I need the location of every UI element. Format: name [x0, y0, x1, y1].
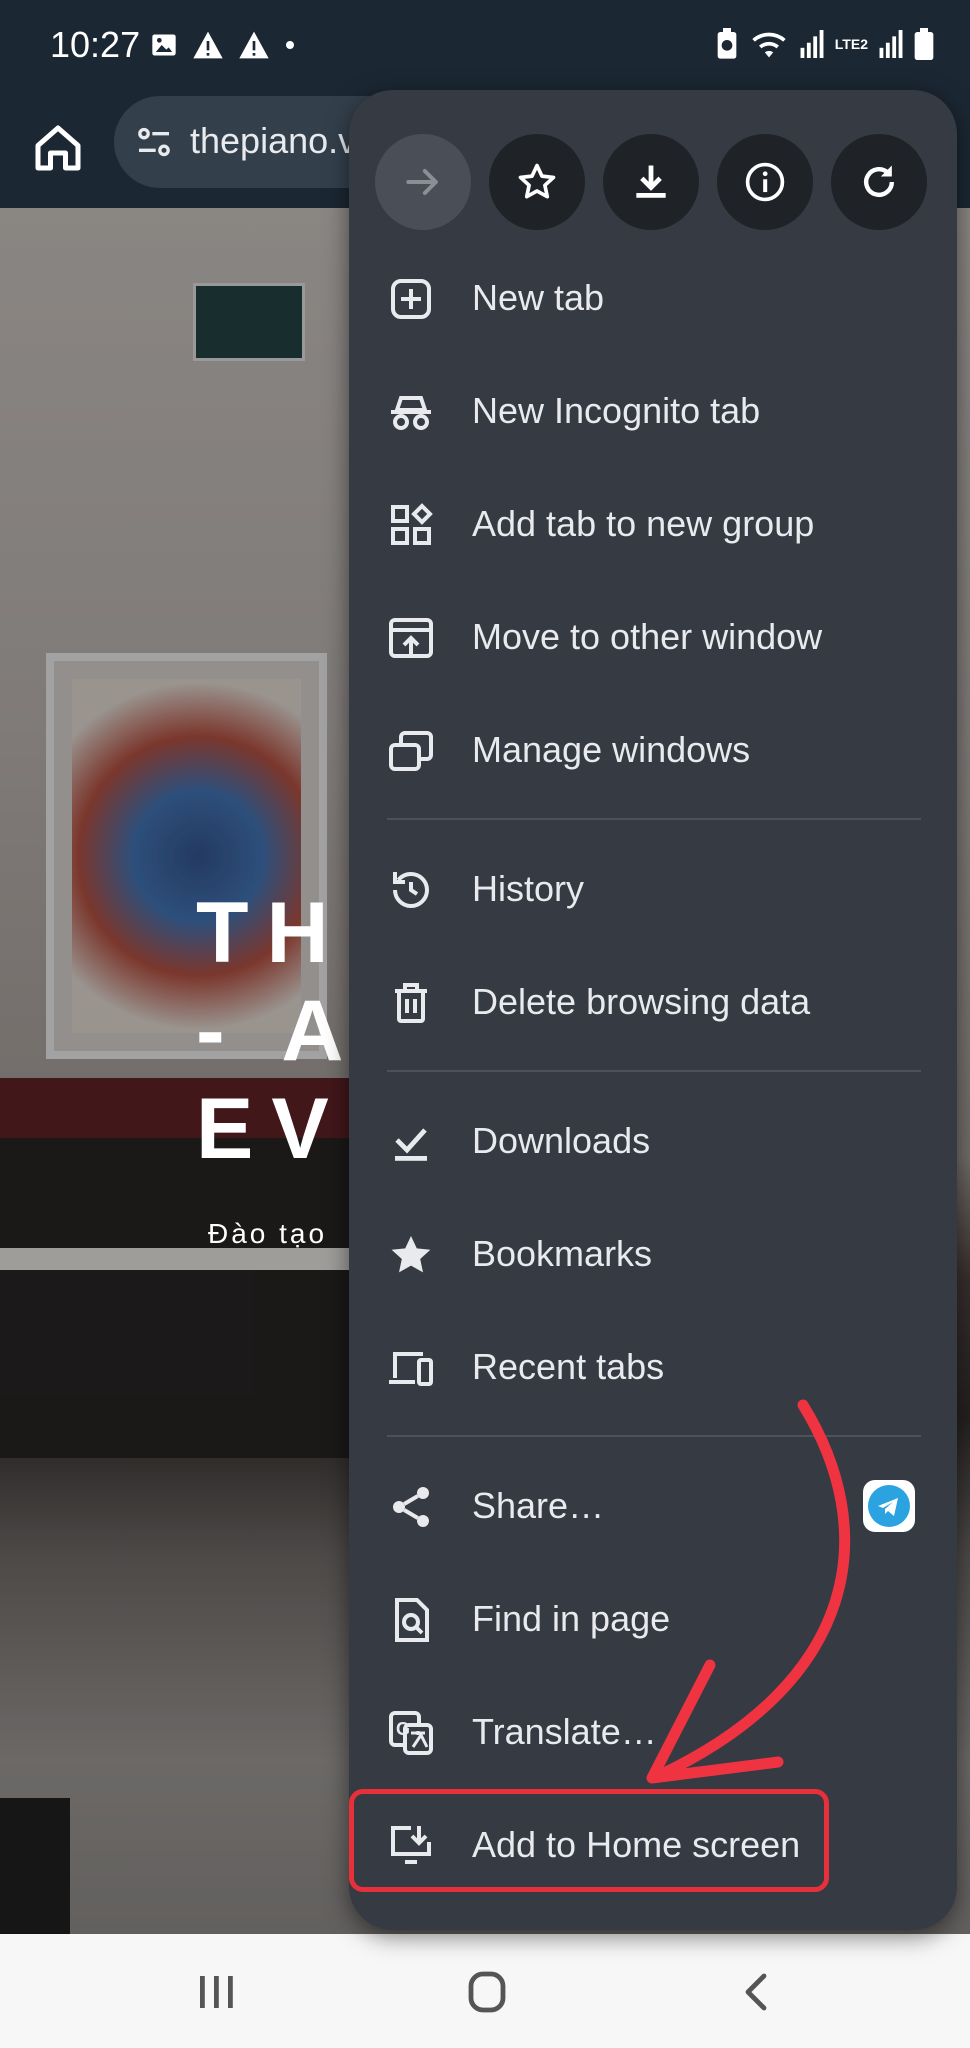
menu-divider [387, 1435, 921, 1437]
tab-group-icon [391, 503, 433, 545]
trash-icon [395, 983, 427, 1023]
menu-icon-row [375, 134, 935, 230]
star-filled-icon [391, 1236, 431, 1273]
menu-item-downloads[interactable]: Downloads [349, 1094, 957, 1190]
menu-item-move-to-other-window[interactable]: Move to other window [349, 590, 957, 686]
menu-item-translate[interactable]: G Translate… [349, 1685, 957, 1781]
history-icon [393, 871, 429, 908]
back-button[interactable] [728, 1964, 788, 2020]
warning-icon [193, 31, 223, 59]
url-text: thepiano.v [190, 120, 357, 161]
menu-item-label: New tab [472, 277, 605, 318]
refresh-button[interactable] [831, 134, 927, 230]
menu-item-label: Find in page [472, 1598, 671, 1639]
status-bar: 10:27 LTE2 [0, 0, 970, 92]
chrome-overflow-menu: New tab New Incognito tab Add tab to new… [349, 90, 957, 1930]
highlight-box [349, 1789, 829, 1892]
battery-icon [914, 28, 934, 60]
download-page-button[interactable] [603, 134, 699, 230]
back-icon [745, 1973, 767, 2011]
system-nav-bar [0, 1934, 970, 2048]
home-nav-button[interactable] [457, 1964, 517, 2020]
incognito-icon [391, 396, 431, 430]
forward-button[interactable] [375, 134, 471, 230]
menu-item-bookmarks[interactable]: Bookmarks [349, 1207, 957, 1303]
menu-item-new-tab[interactable]: New tab [349, 251, 957, 347]
battery-saver-icon [717, 28, 737, 59]
menu-item-label: Translate… [472, 1711, 657, 1752]
home-circle-icon [468, 1971, 506, 2013]
menu-item-label: Move to other window [472, 616, 823, 657]
status-time: 10:27 [50, 24, 141, 65]
bookmark-button[interactable] [489, 134, 585, 230]
menu-item-new-incognito-tab[interactable]: New Incognito tab [349, 364, 957, 460]
find-in-page-icon [395, 1598, 429, 1642]
warning-icon [239, 31, 269, 59]
signal-icon [800, 30, 824, 58]
page-info-button[interactable] [717, 134, 813, 230]
menu-item-label: Manage windows [472, 729, 751, 770]
wifi-icon [752, 32, 786, 58]
telegram-icon [868, 1485, 910, 1527]
menu-item-delete-browsing-data[interactable]: Delete browsing data [349, 955, 957, 1051]
menu-item-label: Share… [472, 1485, 605, 1526]
manage-windows-icon [389, 731, 433, 771]
menu-item-add-tab-to-group[interactable]: Add tab to new group [349, 477, 957, 573]
menu-item-label: Downloads [472, 1120, 651, 1161]
gallery-icon [152, 34, 176, 56]
telegram-share-button[interactable] [863, 1480, 915, 1532]
menu-item-recent-tabs[interactable]: Recent tabs [349, 1320, 957, 1416]
menu-item-find-in-page[interactable]: Find in page [349, 1572, 957, 1668]
info-icon [745, 162, 785, 202]
home-icon [35, 125, 81, 171]
site-settings-icon[interactable] [134, 122, 174, 162]
star-outline-icon [518, 163, 556, 199]
home-button[interactable] [28, 118, 88, 178]
menu-item-label: History [472, 868, 585, 909]
menu-item-label: New Incognito tab [472, 390, 761, 431]
download-icon [636, 165, 666, 198]
translate-icon: G [389, 1711, 433, 1755]
menu-divider [387, 818, 921, 820]
menu-item-manage-windows[interactable]: Manage windows [349, 703, 957, 799]
svg-text:G: G [396, 1719, 410, 1739]
signal-icon [879, 30, 903, 58]
share-icon [393, 1487, 429, 1527]
new-tab-icon [391, 279, 431, 319]
menu-item-label: Recent tabs [472, 1346, 665, 1387]
move-window-icon [389, 618, 433, 658]
devices-icon [389, 1352, 433, 1386]
downloads-icon [395, 1128, 427, 1161]
hero-subtitle: Đào tạo [208, 1218, 328, 1249]
dot-icon [286, 41, 294, 49]
network-type-label: LTE2 [834, 36, 868, 52]
menu-item-label: Delete browsing data [472, 981, 811, 1022]
recent-apps-icon [200, 1976, 233, 2008]
forward-arrow-icon [406, 168, 438, 196]
menu-item-label: Add tab to new group [472, 503, 815, 544]
menu-divider [387, 1070, 921, 1072]
refresh-icon [863, 165, 895, 198]
menu-item-history[interactable]: History [349, 842, 957, 938]
status-right-icons: LTE2 [715, 28, 934, 60]
menu-item-label: Bookmarks [472, 1233, 653, 1274]
status-left-icons [150, 30, 296, 60]
recent-apps-button[interactable] [186, 1964, 246, 2020]
